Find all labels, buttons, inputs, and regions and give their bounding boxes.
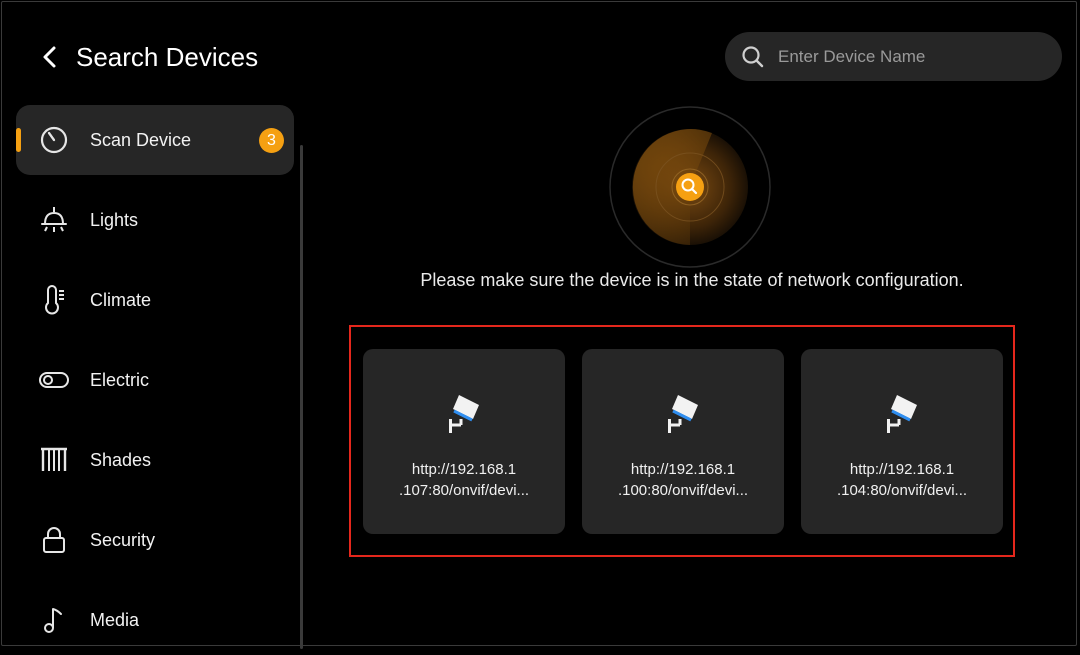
- sidebar-item-label: Scan Device: [90, 129, 192, 150]
- search-box[interactable]: [725, 32, 1062, 81]
- light-icon: [41, 207, 67, 232]
- sidebar-item-climate[interactable]: Climate: [16, 265, 294, 335]
- sidebar-item-security[interactable]: Security: [16, 505, 294, 575]
- device-card[interactable]: http://192.168.1 .107:80/onvif/devi...: [363, 349, 565, 534]
- active-indicator: [16, 128, 21, 152]
- device-url-line2: .107:80/onvif/devi...: [398, 482, 530, 499]
- sidebar-item-label: Lights: [90, 209, 139, 230]
- sidebar-item-lights[interactable]: Lights: [16, 185, 294, 255]
- sidebar: Scan Device 3 Lights Climate Electric Sh…: [16, 105, 296, 649]
- search-input[interactable]: [776, 45, 1040, 68]
- count-badge: 3: [259, 127, 284, 153]
- sidebar-scrollbar[interactable]: [300, 145, 303, 649]
- camera-icon: [449, 395, 479, 433]
- sidebar-item-label: Media: [90, 609, 140, 630]
- sidebar-item-shades[interactable]: Shades: [16, 425, 294, 495]
- device-list: http://192.168.1 .107:80/onvif/devi... h…: [349, 325, 1015, 557]
- sidebar-item-scan-device[interactable]: Scan Device 3: [16, 105, 294, 175]
- scan-hint-text: Please make sure the device is in the st…: [420, 270, 964, 290]
- scan-icon: [40, 126, 68, 154]
- device-card[interactable]: http://192.168.1 .104:80/onvif/devi...: [801, 349, 1003, 534]
- device-url-line2: .104:80/onvif/devi...: [836, 482, 968, 499]
- back-arrow-icon[interactable]: [36, 42, 64, 72]
- camera-icon: [668, 395, 698, 433]
- device-url-line1: http://192.168.1: [630, 461, 736, 478]
- sidebar-item-label: Climate: [90, 289, 152, 310]
- radar-scan-icon: [609, 106, 771, 268]
- camera-icon: [887, 395, 917, 433]
- sidebar-item-label: Electric: [90, 369, 150, 390]
- device-card[interactable]: http://192.168.1 .100:80/onvif/devi...: [582, 349, 784, 534]
- thermometer-icon: [45, 285, 64, 315]
- sidebar-item-media[interactable]: Media: [16, 585, 294, 655]
- music-note-icon: [44, 608, 62, 633]
- page-title: Search Devices: [76, 42, 259, 72]
- device-url-line1: http://192.168.1: [849, 461, 955, 478]
- sidebar-item-electric[interactable]: Electric: [16, 345, 294, 415]
- sidebar-item-label: Security: [90, 529, 156, 550]
- switch-icon: [39, 372, 69, 388]
- shades-icon: [41, 447, 67, 471]
- lock-icon: [43, 527, 65, 553]
- device-url-line2: .100:80/onvif/devi...: [617, 482, 749, 499]
- sidebar-item-label: Shades: [90, 449, 152, 470]
- device-url-line1: http://192.168.1: [411, 461, 517, 478]
- search-icon: [742, 45, 764, 67]
